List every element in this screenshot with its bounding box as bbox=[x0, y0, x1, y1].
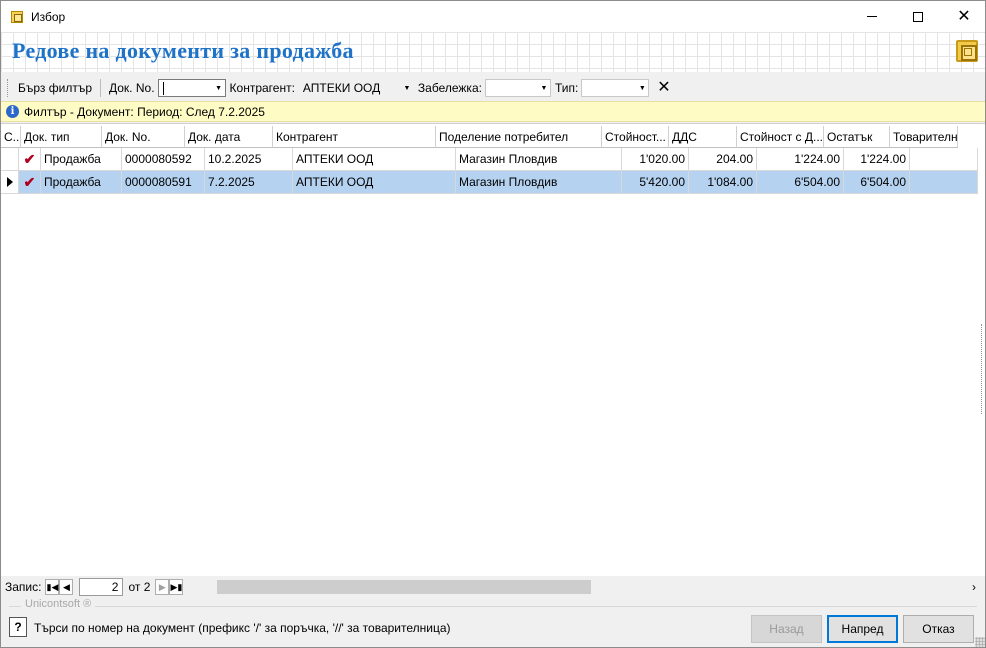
note-combobox[interactable]: ▼ bbox=[484, 79, 551, 97]
amount-cell: 1'020.00 bbox=[622, 148, 689, 171]
remainder-cell: 6'504.00 bbox=[844, 171, 910, 194]
footer-divider bbox=[9, 606, 977, 607]
column-header[interactable]: Поделение потребител bbox=[436, 126, 602, 148]
table-row[interactable]: ✔ Продажба 0000080591 7.2.2025 АПТЕКИ ОО… bbox=[1, 171, 978, 194]
toolbar-separator bbox=[100, 79, 101, 97]
title-bar: Избор ✕ bbox=[1, 1, 985, 32]
grid-header-row: С... Док. тип Док. No. Док. дата Контраг… bbox=[1, 126, 958, 148]
contragent-cell: АПТЕКИ ООД bbox=[293, 148, 456, 171]
contragent-combobox[interactable]: АПТЕКИ ООД ▼ bbox=[298, 79, 414, 97]
waybill-cell bbox=[910, 148, 978, 171]
column-header[interactable]: Док. тип bbox=[21, 126, 102, 148]
close-icon: ✕ bbox=[957, 7, 971, 25]
page-header: Редове на документи за продажба bbox=[1, 32, 985, 72]
remainder-cell: 1'224.00 bbox=[844, 148, 910, 171]
first-record-button[interactable]: ▮◀ bbox=[45, 579, 60, 595]
doc-no-label: Док. No. bbox=[109, 81, 155, 95]
record-label: Запис: bbox=[5, 580, 42, 594]
prev-record-button[interactable]: ◀ bbox=[59, 579, 74, 595]
chevron-down-icon[interactable]: ▼ bbox=[213, 80, 225, 96]
documents-grid[interactable]: С... Док. тип Док. No. Док. дата Контраг… bbox=[1, 123, 985, 576]
scrollbar-thumb[interactable] bbox=[217, 580, 591, 594]
splitter-handle[interactable] bbox=[981, 324, 985, 414]
cancel-button[interactable]: Отказ bbox=[903, 615, 974, 643]
vat-cell: 1'084.00 bbox=[689, 171, 757, 194]
doc-date-cell: 10.2.2025 bbox=[205, 148, 293, 171]
division-cell: Магазин Пловдив bbox=[456, 171, 622, 194]
row-selector[interactable] bbox=[1, 171, 19, 194]
resize-grip[interactable] bbox=[975, 637, 985, 647]
doc-date-cell: 7.2.2025 bbox=[205, 171, 293, 194]
column-header[interactable]: Док. No. bbox=[102, 126, 185, 148]
search-hint-text: Търси по номер на документ (префикс '/' … bbox=[34, 621, 451, 635]
doc-type-cell: Продажба bbox=[41, 171, 122, 194]
clear-filter-icon[interactable]: ✕ bbox=[657, 80, 670, 96]
checkmark-icon[interactable]: ✔ bbox=[19, 171, 41, 194]
amount-vat-cell: 6'504.00 bbox=[757, 171, 844, 194]
doc-type-cell: Продажба bbox=[41, 148, 122, 171]
chevron-down-icon[interactable]: ▼ bbox=[401, 80, 413, 96]
filter-toolbar: Бърз филтър Док. No. ▼ Контрагент: АПТЕК… bbox=[1, 76, 985, 100]
page-title: Редове на документи за продажба bbox=[12, 38, 354, 63]
column-header[interactable]: Остатък bbox=[824, 126, 890, 148]
column-header[interactable]: Стойност с Д... bbox=[737, 126, 824, 148]
waybill-cell bbox=[910, 171, 978, 194]
column-header[interactable]: Стойност... bbox=[602, 126, 669, 148]
doc-no-cell: 0000080592 bbox=[122, 148, 205, 171]
amount-vat-cell: 1'224.00 bbox=[757, 148, 844, 171]
doc-no-combobox[interactable]: ▼ bbox=[157, 79, 226, 97]
vat-cell: 204.00 bbox=[689, 148, 757, 171]
record-navigator: Запис: ▮◀ ◀ 2 от 2 ▶ ▶▮ › bbox=[1, 576, 985, 598]
column-header[interactable]: ДДС bbox=[669, 126, 737, 148]
column-header[interactable]: Контрагент bbox=[273, 126, 436, 148]
column-header[interactable]: Товарителн... bbox=[890, 126, 958, 148]
app-logo-icon bbox=[956, 40, 978, 62]
minimize-icon bbox=[867, 16, 877, 17]
checkmark-icon[interactable]: ✔ bbox=[19, 148, 41, 171]
maximize-icon bbox=[913, 11, 923, 22]
current-row-pointer-icon bbox=[6, 177, 13, 187]
contragent-cell: АПТЕКИ ООД bbox=[293, 171, 456, 194]
horizontal-scrollbar[interactable]: › bbox=[217, 579, 981, 595]
record-count-label: от 2 bbox=[128, 580, 151, 594]
window-title: Избор bbox=[31, 9, 66, 24]
amount-cell: 5'420.00 bbox=[622, 171, 689, 194]
row-selector[interactable] bbox=[1, 148, 19, 171]
text-caret bbox=[162, 81, 164, 95]
brand-label: Unicontsoft ® bbox=[21, 598, 96, 610]
next-record-button[interactable]: ▶ bbox=[155, 579, 170, 595]
type-label: Тип: bbox=[554, 81, 579, 95]
filter-info-text: Филтър - Документ: Период: След 7.2.2025 bbox=[24, 104, 265, 119]
toolbar-grip[interactable] bbox=[7, 79, 10, 97]
chevron-right-icon[interactable]: › bbox=[967, 579, 981, 595]
chevron-down-icon[interactable]: ▼ bbox=[538, 80, 550, 96]
chevron-down-icon[interactable]: ▼ bbox=[636, 80, 648, 96]
column-header[interactable]: С... bbox=[1, 126, 21, 148]
quick-filter-button[interactable]: Бърз филтър bbox=[14, 78, 96, 98]
next-button[interactable]: Напред bbox=[827, 615, 898, 643]
division-cell: Магазин Пловдив bbox=[456, 148, 622, 171]
doc-no-cell: 0000080591 bbox=[122, 171, 205, 194]
last-record-button[interactable]: ▶▮ bbox=[169, 579, 184, 595]
contragent-value: АПТЕКИ ООД bbox=[302, 81, 381, 95]
contragent-label: Контрагент: bbox=[229, 81, 295, 95]
minimize-button[interactable] bbox=[849, 1, 895, 32]
app-icon bbox=[11, 10, 23, 23]
record-number-input[interactable]: 2 bbox=[79, 578, 124, 596]
column-header[interactable]: Док. дата bbox=[185, 126, 273, 148]
type-combobox[interactable]: ▼ bbox=[581, 79, 650, 97]
close-button[interactable]: ✕ bbox=[941, 1, 986, 32]
help-icon[interactable]: ? bbox=[9, 617, 27, 637]
table-row[interactable]: ✔ Продажба 0000080592 10.2.2025 АПТЕКИ О… bbox=[1, 148, 978, 171]
info-icon: i bbox=[6, 105, 19, 118]
back-button[interactable]: Назад bbox=[751, 615, 822, 643]
dialog-window: Избор ✕ Редове на документи за продажба … bbox=[0, 0, 986, 648]
filter-info-bar: i Филтър - Документ: Период: След 7.2.20… bbox=[1, 101, 985, 122]
maximize-button[interactable] bbox=[895, 1, 941, 32]
note-label: Забележка: bbox=[417, 81, 482, 95]
